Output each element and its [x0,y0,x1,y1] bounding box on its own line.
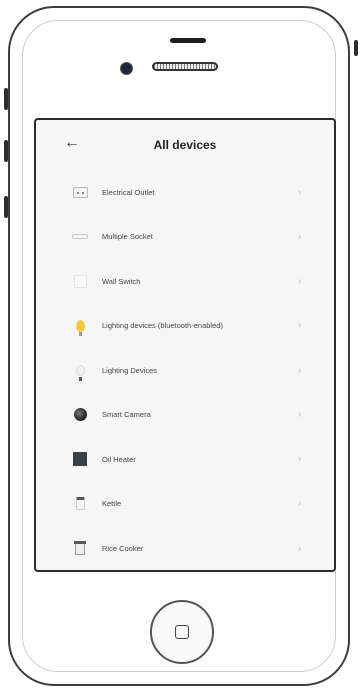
device-item-lighting-devices[interactable]: Lighting Devices › [36,348,334,393]
light-bulb-icon [72,362,88,381]
chevron-right-icon: › [298,320,302,332]
back-arrow-icon[interactable]: ← [64,134,80,152]
outlet-icon [72,184,88,200]
camera-icon [72,407,88,423]
chevron-right-icon: › [298,498,302,510]
rice-cooker-icon [72,540,88,556]
device-label: Rice Cooker [102,543,144,553]
device-label: Lighting Devices [102,365,158,375]
wall-switch-icon [72,273,88,289]
home-button[interactable] [150,600,214,664]
chevron-right-icon: › [298,275,302,287]
earpiece-speaker [152,62,218,71]
device-item-multiple-socket[interactable]: Multiple Socket › [36,215,334,260]
device-item-kettle[interactable]: Kettle › [36,482,334,527]
heater-icon [72,451,88,467]
device-label: Lighting devices (bluetooth-enabled) [102,321,223,331]
home-square-icon [175,625,189,639]
device-list: Electrical Outlet › Multiple Socket › Wa… [36,170,334,570]
device-item-smart-camera[interactable]: Smart Camera › [36,393,334,438]
chevron-right-icon: › [298,453,302,465]
power-strip-icon [72,229,88,245]
device-item-electrical-outlet[interactable]: Electrical Outlet › [36,170,334,215]
mute-switch [4,196,8,218]
device-item-wall-switch[interactable]: Wall Switch › [36,259,334,304]
device-label: Wall Switch [102,276,141,286]
device-label: Kettle [102,499,122,509]
device-item-oil-heater[interactable]: Oil Heater › [36,437,334,482]
front-camera [120,62,133,75]
phone-mockup: ← All devices Electrical Outlet › Multip… [0,0,360,692]
app-header: ← All devices [36,120,334,170]
chevron-right-icon: › [298,186,302,198]
bluetooth-bulb-icon [72,318,88,336]
chevron-right-icon: › [298,409,302,421]
device-label: Electrical Outlet [102,187,155,197]
proximity-sensor [170,38,206,43]
device-item-rice-cooker[interactable]: Rice Cooker › [36,526,334,570]
device-label: Oil Heater [102,454,136,464]
page-title: All devices [153,138,217,152]
volume-down-button [4,140,8,162]
chevron-right-icon: › [298,364,302,376]
device-label: Smart Camera [102,410,151,420]
chevron-right-icon: › [298,231,302,243]
app-screen: ← All devices Electrical Outlet › Multip… [34,118,336,572]
power-button [354,40,358,56]
kettle-icon [72,496,88,512]
volume-up-button [4,88,8,110]
device-label: Multiple Socket [102,232,153,242]
chevron-right-icon: › [298,542,302,554]
device-item-lighting-bluetooth[interactable]: Lighting devices (bluetooth-enabled) › [36,304,334,349]
